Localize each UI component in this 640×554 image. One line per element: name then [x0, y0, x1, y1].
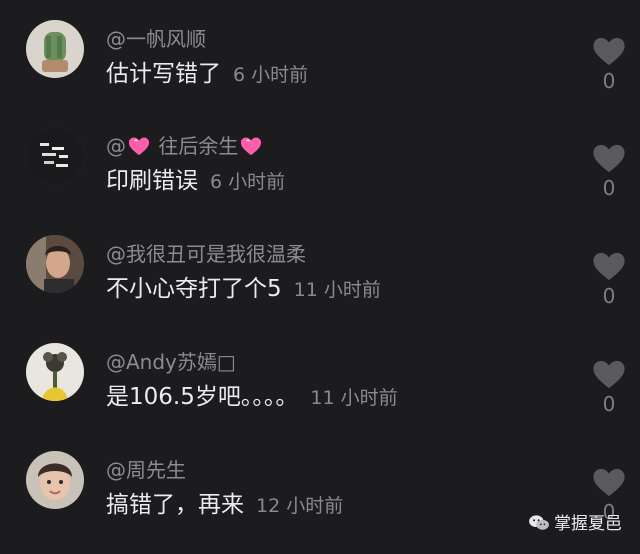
comment-body: 是106.5岁吧。。。。 11 小时前: [106, 382, 398, 414]
comment-text: 估计写错了: [106, 61, 221, 87]
like-button[interactable]: 0: [591, 359, 627, 415]
comment-item: @Andy苏嫣□ 是106.5岁吧。。。。 11 小时前 0: [0, 323, 640, 428]
like-button[interactable]: 0: [591, 143, 627, 199]
watermark: 掌握夏邑: [528, 512, 622, 536]
comment-body: 不小心夺打了个5 11 小时前: [106, 274, 381, 306]
comment-username[interactable]: @周先生: [106, 458, 186, 482]
comment-username[interactable]: @Andy苏嫣□: [106, 350, 236, 374]
comment-item: @我很丑可是我很温柔 不小心夺打了个5 11 小时前 0: [0, 215, 640, 320]
heart-icon[interactable]: [591, 36, 627, 66]
comment-username[interactable]: @一帆风顺: [106, 27, 206, 51]
avatar-night-lights-icon: [26, 127, 84, 185]
wechat-icon: [528, 514, 550, 532]
comment-username[interactable]: @我很丑可是我很温柔: [106, 242, 306, 266]
avatar-flower-icon: [26, 343, 84, 401]
comment-time: 6 小时前: [210, 171, 286, 193]
like-count: 0: [602, 176, 616, 200]
avatar-man-portrait-icon: [26, 235, 84, 293]
avatar-cactus-icon: [26, 20, 84, 78]
comment-text: 印刷错误: [106, 168, 198, 194]
comment-username[interactable]: @ 往后余生: [106, 134, 264, 158]
like-count: 0: [602, 69, 616, 93]
comment-text: 搞错了，再来: [106, 492, 244, 518]
like-count: 0: [602, 284, 616, 308]
avatar[interactable]: [26, 343, 84, 401]
comment-screen: @一帆风顺 估计写错了 6 小时前 0 @ 往后余生 印刷错误 6 小时前 0 …: [0, 0, 640, 554]
comment-time: 11 小时前: [293, 279, 381, 301]
heart-icon[interactable]: [591, 251, 627, 281]
comment-body: 印刷错误 6 小时前: [106, 166, 285, 198]
heart-icon[interactable]: [591, 467, 627, 497]
watermark-text: 掌握夏邑: [554, 514, 622, 534]
heart-icon[interactable]: [591, 143, 627, 173]
avatar[interactable]: [26, 235, 84, 293]
avatar[interactable]: [26, 127, 84, 185]
comment-body: 估计写错了 6 小时前: [106, 59, 308, 91]
avatar-child-portrait-icon: [26, 451, 84, 509]
username-name: 往后余生: [158, 134, 239, 158]
comment-time: 12 小时前: [256, 495, 344, 517]
avatar[interactable]: [26, 451, 84, 509]
like-button[interactable]: 0: [591, 251, 627, 307]
comment-item: @一帆风顺 估计写错了 6 小时前 0: [0, 0, 640, 105]
like-count: 0: [602, 392, 616, 416]
like-button[interactable]: 0: [591, 36, 627, 92]
avatar[interactable]: [26, 20, 84, 78]
pink-heart-emoji-icon: [240, 136, 262, 156]
comment-item: @ 往后余生 印刷错误 6 小时前 0: [0, 107, 640, 212]
comment-time: 6 小时前: [233, 64, 309, 86]
username-prefix: @: [106, 134, 126, 158]
comment-body: 搞错了，再来 12 小时前: [106, 490, 343, 522]
heart-icon[interactable]: [591, 359, 627, 389]
comment-text: 不小心夺打了个5: [106, 276, 282, 302]
comment-text: 是106.5岁吧。。。。: [106, 384, 299, 410]
comment-time: 11 小时前: [310, 387, 398, 409]
pink-heart-emoji-icon: [128, 136, 150, 156]
